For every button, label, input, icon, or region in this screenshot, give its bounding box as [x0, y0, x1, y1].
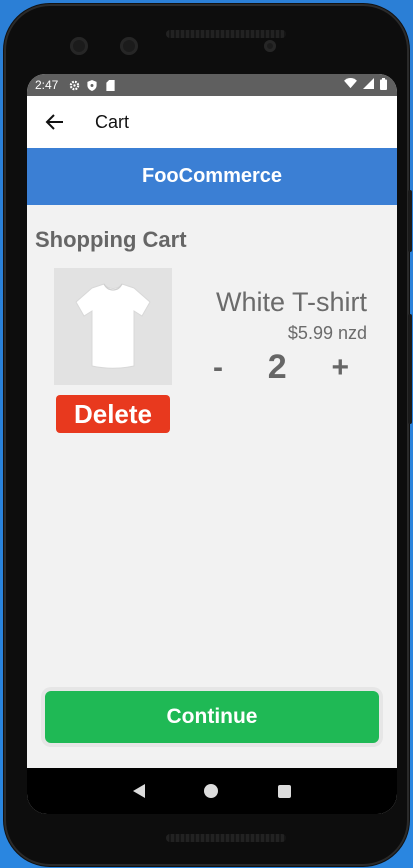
signal-icon [363, 78, 374, 92]
power-button [408, 190, 412, 252]
volume-button [408, 314, 412, 424]
cart-item: Delete White T-shirt $5.99 nzd - 2 + [27, 253, 397, 433]
nav-recents-icon[interactable] [278, 784, 292, 798]
product-name: White T-shirt [215, 287, 367, 317]
tshirt-image [54, 268, 172, 385]
camera-icon [120, 37, 138, 55]
app-bar: Cart [27, 96, 397, 148]
shield-icon [86, 79, 98, 91]
brand-header: FooCommerce [27, 148, 397, 205]
arrow-left-icon[interactable] [43, 110, 67, 134]
bottom-speaker [166, 834, 286, 842]
sd-card-icon [104, 79, 116, 91]
page-title: Shopping Cart [35, 227, 187, 252]
settings-icon [68, 79, 80, 91]
increment-button[interactable]: + [331, 351, 349, 385]
status-time: 2:47 [35, 78, 59, 92]
quantity-value: 2 [267, 348, 287, 386]
quantity-stepper: - 2 + [213, 348, 349, 387]
app-bar-title: Cart [95, 111, 130, 132]
continue-button[interactable]: Continue [45, 691, 379, 743]
battery-icon [380, 77, 387, 93]
nav-home-icon[interactable] [204, 784, 219, 798]
status-bar: 2:47 [27, 74, 397, 96]
product-price: $5.99 nzd [287, 323, 367, 343]
sensor-icon [264, 40, 276, 52]
decrement-button[interactable]: - [213, 351, 223, 385]
camera-icon [70, 37, 88, 55]
delete-button[interactable]: Delete [56, 395, 170, 433]
screen: 2:47 Cart FooCommerce Shopping Cart Dele… [27, 74, 397, 814]
footer: Continue [41, 687, 383, 747]
system-nav-bar [27, 768, 397, 814]
nav-back-icon[interactable] [132, 784, 145, 798]
phone-frame: 2:47 Cart FooCommerce Shopping Cart Dele… [4, 4, 412, 866]
wifi-icon [344, 78, 357, 92]
top-speaker [166, 30, 286, 38]
